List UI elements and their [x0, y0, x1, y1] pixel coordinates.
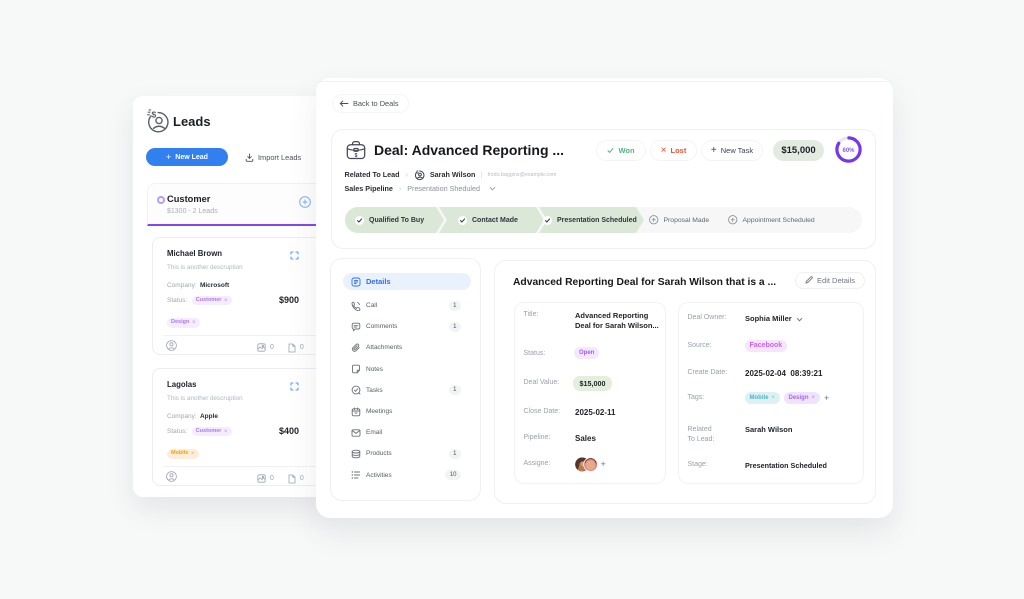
svg-text:60%: 60% — [843, 147, 856, 153]
svg-text:$: $ — [355, 153, 358, 159]
